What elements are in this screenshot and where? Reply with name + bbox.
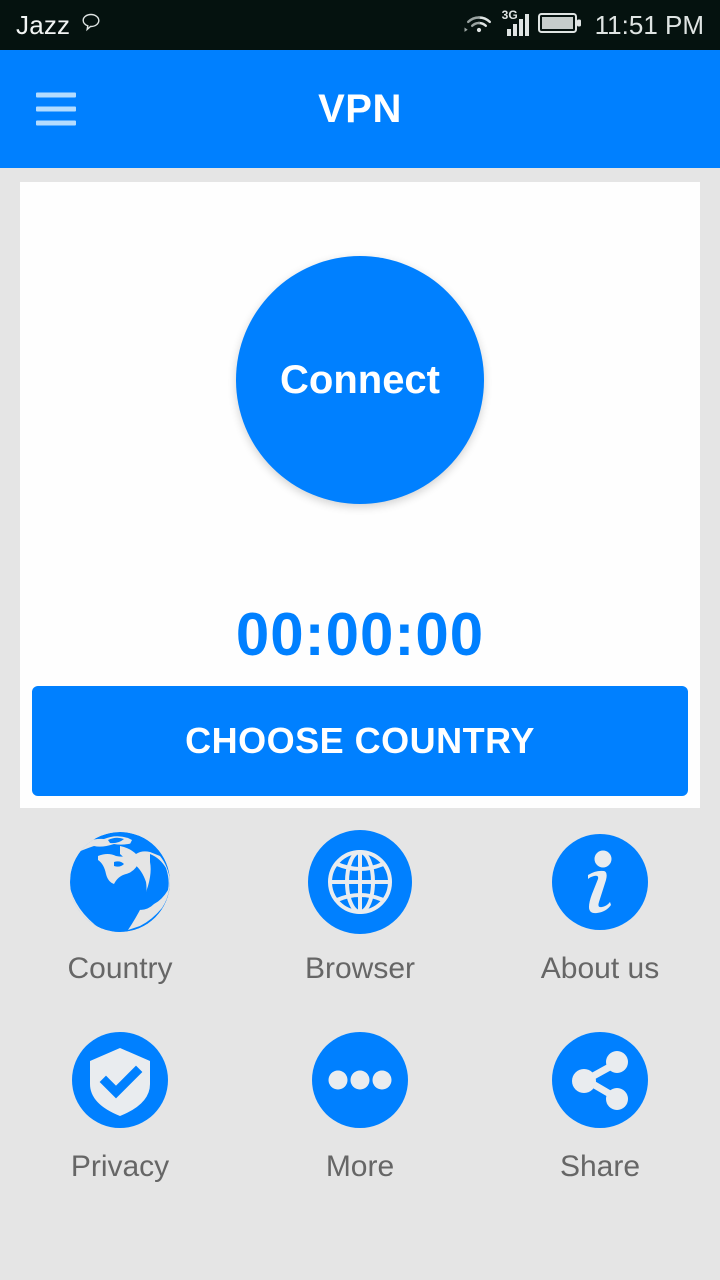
grid-item-label: Share: [559, 1150, 641, 1183]
page-title: VPN: [318, 86, 402, 131]
grid-item-label: More: [325, 1150, 395, 1183]
status-bar-right: 3G 11:51 PM: [462, 9, 704, 41]
wifi-icon: [462, 10, 496, 41]
hamburger-bar: [36, 106, 76, 112]
info-icon: [544, 826, 656, 938]
grid-item-label: Country: [67, 952, 173, 985]
grid-item-share[interactable]: Share: [480, 1024, 720, 1184]
grid-item-country[interactable]: Country: [0, 826, 240, 986]
feature-grid: Country Browser About us Privacy More Sh…: [0, 826, 720, 1184]
choose-country-button[interactable]: CHOOSE COUNTRY: [32, 686, 688, 796]
ellipsis-icon: [304, 1024, 416, 1136]
grid-item-browser[interactable]: Browser: [240, 826, 480, 986]
hamburger-menu-icon[interactable]: [36, 92, 76, 126]
grid-item-more[interactable]: More: [240, 1024, 480, 1184]
shield-check-icon: [64, 1024, 176, 1136]
status-bar-left: Jazz: [16, 10, 102, 41]
hamburger-bar: [36, 120, 76, 126]
app-bar: VPN: [0, 50, 720, 168]
signal-bars-icon: 3G: [502, 9, 529, 36]
grid-item-privacy[interactable]: Privacy: [0, 1024, 240, 1184]
connect-button-wrapper: Connect: [20, 256, 700, 504]
grid-item-label: Privacy: [70, 1150, 170, 1183]
globe-wireframe-icon: [304, 826, 416, 938]
carrier-name: Jazz: [16, 9, 71, 40]
battery-icon: [537, 11, 582, 40]
earth-globe-icon: [64, 826, 176, 938]
network-type-label: 3G: [501, 8, 518, 22]
status-bar: Jazz 3G 11:51 PM: [0, 0, 720, 50]
share-nodes-icon: [544, 1024, 656, 1136]
grid-item-label: Browser: [304, 952, 416, 985]
connection-timer: 00:00:00: [235, 601, 485, 668]
connect-button[interactable]: Connect: [236, 256, 484, 504]
vpn-app-screen: Jazz 3G 11:51 PM VPN Connect 00:00:00 CH…: [0, 0, 720, 1280]
grid-item-about-us[interactable]: About us: [480, 826, 720, 986]
clock-time: 11:51 PM: [594, 9, 704, 40]
message-bubble-icon: [80, 12, 102, 39]
hamburger-bar: [36, 92, 76, 98]
grid-item-label: About us: [540, 952, 660, 985]
main-card: Connect 00:00:00 CHOOSE COUNTRY: [20, 182, 700, 808]
